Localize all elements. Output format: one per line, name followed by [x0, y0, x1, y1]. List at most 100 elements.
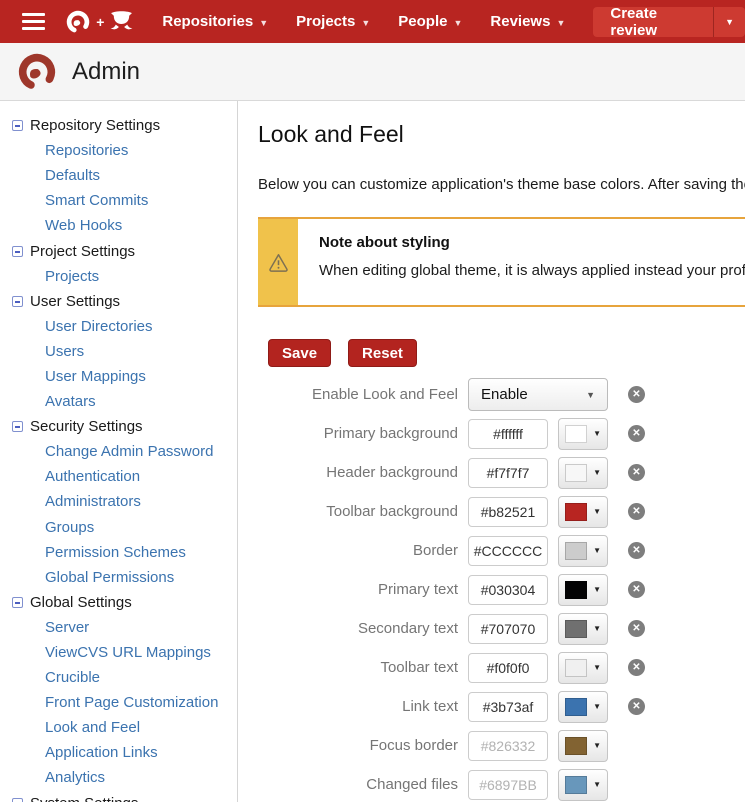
clear-icon[interactable]: ✕	[628, 503, 645, 520]
sidebar-item[interactable]: Server	[0, 615, 237, 640]
sidebar-item[interactable]: Groups	[0, 515, 237, 540]
color-swatch-dropdown[interactable]: ▼	[558, 729, 608, 762]
collapse-icon[interactable]	[12, 421, 23, 433]
color-setting-row: Link text ▼ ✕	[258, 687, 745, 726]
sidebar-section[interactable]: Repository Settings	[0, 113, 237, 138]
field-label: Secondary text	[357, 620, 458, 637]
settings-sidebar: Repository Settings Repositories Default…	[0, 101, 238, 802]
page-section-title: Admin	[72, 57, 141, 85]
sidebar-item[interactable]: Projects	[0, 264, 237, 289]
sidebar-item[interactable]: User Directories	[0, 314, 237, 339]
create-review-button[interactable]: Create review ▼	[593, 5, 745, 39]
hex-color-input[interactable]	[468, 730, 548, 761]
save-button[interactable]: Save	[268, 339, 332, 367]
clear-icon[interactable]: ✕	[628, 581, 645, 598]
hex-color-input[interactable]	[468, 574, 548, 605]
chevron-down-icon[interactable]: ▼	[714, 17, 745, 27]
nav-menu-item[interactable]: People ▼	[384, 0, 476, 43]
action-buttons: Save Reset	[258, 339, 745, 367]
collapse-icon[interactable]	[12, 596, 23, 608]
sidebar-item[interactable]: Repositories	[0, 138, 237, 163]
nav-menu-item[interactable]: Projects ▼	[282, 0, 384, 43]
chevron-down-icon: ▼	[453, 17, 463, 28]
note-title: Note about styling	[319, 234, 450, 251]
color-swatch	[565, 463, 587, 482]
field-label: Toolbar background	[326, 503, 458, 520]
hex-color-input[interactable]	[468, 613, 548, 644]
field-label: Primary background	[323, 425, 458, 442]
app-logo[interactable]: +	[65, 9, 134, 35]
sidebar-item[interactable]: Authentication	[0, 464, 237, 489]
hamburger-menu-icon[interactable]	[22, 9, 46, 34]
sidebar-item[interactable]: Crucible	[0, 665, 237, 690]
sidebar-item[interactable]: Front Page Customization	[0, 690, 237, 715]
hex-color-input[interactable]	[468, 652, 548, 683]
hex-color-input[interactable]	[468, 535, 548, 566]
sidebar-item[interactable]: Analytics	[0, 765, 237, 790]
nav-menu-item[interactable]: Repositories ▼	[148, 0, 282, 43]
clear-icon[interactable]: ✕	[628, 425, 645, 442]
reset-button[interactable]: Reset	[348, 339, 417, 367]
sidebar-item[interactable]: Global Permissions	[0, 565, 237, 590]
color-swatch-dropdown[interactable]: ▼	[558, 456, 608, 489]
hex-color-input[interactable]	[468, 691, 548, 722]
sidebar-item[interactable]: ViewCVS URL Mappings	[0, 640, 237, 665]
color-swatch-dropdown[interactable]: ▼	[558, 768, 608, 801]
color-setting-row: Border ▼ ✕	[258, 531, 745, 570]
note-text: When editing global theme, it is always …	[319, 262, 745, 279]
sidebar-item[interactable]: Administrators	[0, 489, 237, 514]
color-swatch-dropdown[interactable]: ▼	[558, 690, 608, 723]
sidebar-item[interactable]: Users	[0, 339, 237, 364]
color-setting-row: Focus border ▼	[258, 726, 745, 765]
sidebar-section[interactable]: Security Settings	[0, 414, 237, 439]
nav-menu-item[interactable]: Reviews ▼	[476, 0, 579, 43]
hex-color-input[interactable]	[468, 769, 548, 800]
sidebar-section[interactable]: Project Settings	[0, 238, 237, 263]
collapse-icon[interactable]	[12, 120, 23, 132]
clear-icon[interactable]: ✕	[628, 464, 645, 481]
main-content: Look and Feel Below you can customize ap…	[238, 101, 745, 802]
hex-color-input[interactable]	[468, 496, 548, 527]
collapse-icon[interactable]	[12, 245, 23, 257]
color-swatch	[565, 580, 587, 599]
clear-icon[interactable]: ✕	[628, 659, 645, 676]
enable-row: Enable Look and Feel Enable ▼ ✕	[258, 375, 745, 414]
sidebar-item[interactable]: Web Hooks	[0, 213, 237, 238]
enable-select[interactable]: Enable ▼	[468, 378, 608, 411]
sidebar-item[interactable]: Look and Feel	[0, 715, 237, 740]
sidebar-section[interactable]: Global Settings	[0, 590, 237, 615]
sidebar-item[interactable]: Avatars	[0, 389, 237, 414]
fisheye-logo-icon	[66, 10, 90, 33]
color-swatch-dropdown[interactable]: ▼	[558, 651, 608, 684]
collapse-icon[interactable]	[12, 295, 23, 307]
sidebar-item[interactable]: Application Links	[0, 740, 237, 765]
sidebar-item[interactable]: User Mappings	[0, 364, 237, 389]
clear-icon[interactable]: ✕	[628, 542, 645, 559]
color-setting-row: Primary text ▼ ✕	[258, 570, 745, 609]
chevron-down-icon: ▼	[593, 741, 601, 750]
color-swatch-dropdown[interactable]: ▼	[558, 573, 608, 606]
color-swatch-dropdown[interactable]: ▼	[558, 612, 608, 645]
sidebar-section[interactable]: System Settings	[0, 791, 237, 802]
color-swatch-dropdown[interactable]: ▼	[558, 417, 608, 450]
sidebar-section[interactable]: User Settings	[0, 289, 237, 314]
color-swatch	[565, 619, 587, 638]
collapse-icon[interactable]	[12, 797, 23, 802]
color-swatch-dropdown[interactable]: ▼	[558, 534, 608, 567]
color-swatch-dropdown[interactable]: ▼	[558, 495, 608, 528]
color-setting-row: Toolbar background ▼ ✕	[258, 492, 745, 531]
sidebar-item[interactable]: Defaults	[0, 163, 237, 188]
hex-color-input[interactable]	[468, 457, 548, 488]
field-label: Link text	[402, 698, 458, 715]
color-setting-row: Header background ▼ ✕	[258, 453, 745, 492]
clear-icon[interactable]: ✕	[628, 620, 645, 637]
hex-color-input[interactable]	[468, 418, 548, 449]
clear-icon[interactable]: ✕	[628, 698, 645, 715]
sidebar-item[interactable]: Permission Schemes	[0, 540, 237, 565]
sidebar-item[interactable]: Change Admin Password	[0, 439, 237, 464]
color-swatch	[565, 736, 587, 755]
sidebar-item[interactable]: Smart Commits	[0, 188, 237, 213]
page-title: Look and Feel	[258, 121, 404, 147]
clear-icon[interactable]: ✕	[628, 386, 645, 403]
fisheye-admin-logo-icon	[18, 53, 56, 90]
